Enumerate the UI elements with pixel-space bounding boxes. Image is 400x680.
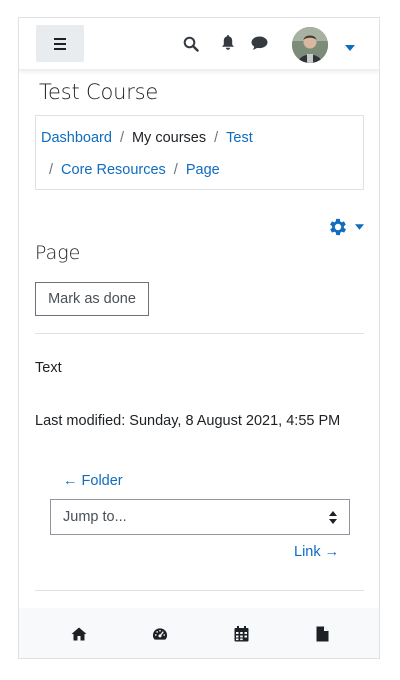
select-arrows-icon — [329, 511, 337, 524]
breadcrumb-separator: / — [119, 130, 124, 146]
file-icon[interactable] — [314, 626, 330, 642]
chat-icon[interactable] — [250, 35, 268, 51]
divider — [35, 333, 364, 334]
page-content: Text — [35, 360, 62, 376]
prev-activity-link[interactable]: ← Folder — [63, 473, 123, 489]
search-icon[interactable] — [182, 35, 200, 53]
menu-button[interactable] — [36, 25, 84, 62]
jump-to-label: Jump to... — [63, 509, 127, 525]
avatar[interactable] — [292, 27, 328, 63]
next-activity-link[interactable]: Link → — [294, 544, 339, 560]
jump-to-select[interactable]: Jump to... — [50, 499, 350, 535]
top-navbar — [19, 18, 379, 70]
gear-icon — [330, 218, 346, 236]
bell-icon[interactable] — [220, 34, 236, 52]
page-frame: Test Course Dashboard / My courses / Tes… — [18, 17, 380, 659]
divider — [35, 590, 364, 591]
menu-icon — [54, 36, 66, 51]
breadcrumb-core-resources[interactable]: Core Resources — [61, 162, 166, 178]
breadcrumb-test[interactable]: Test — [226, 130, 253, 146]
breadcrumb: Dashboard / My courses / Test / Core Res… — [35, 115, 364, 190]
chevron-down-icon[interactable] — [345, 38, 355, 51]
calendar-icon[interactable] — [233, 626, 249, 642]
footer-bar — [19, 608, 379, 658]
home-icon[interactable] — [71, 626, 87, 642]
breadcrumb-page[interactable]: Page — [186, 162, 220, 178]
breadcrumb-my-courses: My courses — [131, 130, 207, 146]
mark-as-done-button[interactable]: Mark as done — [35, 282, 149, 316]
breadcrumb-separator: / — [173, 162, 178, 178]
breadcrumb-separator: / — [49, 162, 54, 178]
chevron-down-icon — [355, 224, 364, 230]
settings-menu-button[interactable] — [327, 217, 365, 237]
breadcrumb-dashboard[interactable]: Dashboard — [41, 130, 112, 146]
last-modified: Last modified: Sunday, 8 August 2021, 4:… — [35, 413, 341, 429]
page-title: Page — [35, 242, 81, 264]
course-title: Test Course — [39, 80, 159, 104]
dashboard-icon[interactable] — [152, 626, 168, 642]
breadcrumb-separator: / — [214, 130, 219, 146]
